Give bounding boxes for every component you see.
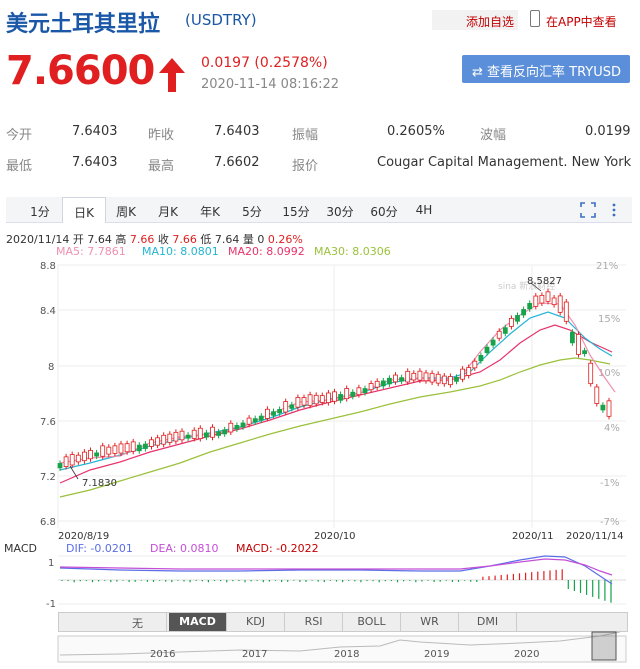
range-navigator[interactable]: 2016 2017 2018 2019 2020 — [0, 0, 640, 669]
year-label: 2019 — [424, 649, 449, 660]
year-label: 2016 — [150, 649, 175, 660]
year-label: 2017 — [242, 649, 267, 660]
year-label: 2020 — [514, 649, 539, 660]
year-label: 2018 — [334, 649, 359, 660]
